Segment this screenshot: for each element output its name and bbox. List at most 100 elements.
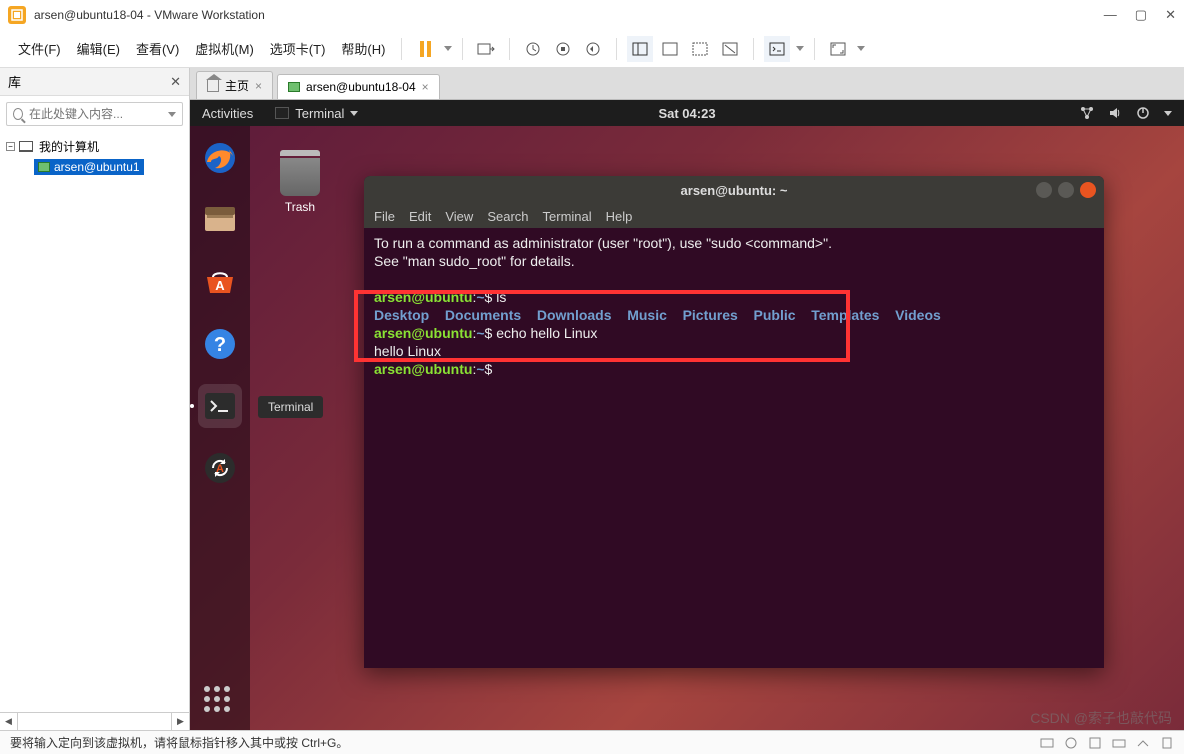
scroll-left-icon[interactable]: ◀ bbox=[0, 713, 18, 730]
term-menu-search[interactable]: Search bbox=[487, 209, 528, 224]
tree-vm-label: arsen@ubuntu1 bbox=[54, 160, 140, 174]
dock-files[interactable] bbox=[198, 198, 242, 242]
term-menu-help[interactable]: Help bbox=[606, 209, 633, 224]
desktop-trash[interactable]: Trash bbox=[280, 150, 320, 214]
snapshot-icon[interactable] bbox=[520, 36, 546, 62]
dock-terminal[interactable] bbox=[198, 384, 242, 428]
menu-edit[interactable]: 编辑(E) bbox=[71, 35, 126, 62]
dock-tooltip: Terminal bbox=[258, 396, 323, 418]
activities-button[interactable]: Activities bbox=[202, 106, 253, 121]
tab-close-icon[interactable]: × bbox=[255, 79, 262, 93]
vmware-logo-icon bbox=[8, 6, 26, 24]
view-split-icon[interactable] bbox=[627, 36, 653, 62]
vmware-menubar: 文件(F) 编辑(E) 查看(V) 虚拟机(M) 选项卡(T) 帮助(H) bbox=[0, 30, 1184, 68]
close-button[interactable]: ✕ bbox=[1165, 7, 1176, 23]
fullscreen-icon[interactable] bbox=[825, 36, 851, 62]
dock-help[interactable]: ? bbox=[198, 322, 242, 366]
svg-text:A: A bbox=[216, 463, 224, 475]
status-text: 要将输入定向到该虚拟机，请将鼠标指针移入其中或按 Ctrl+G。 bbox=[10, 734, 348, 751]
status-bar: 要将输入定向到该虚拟机，请将鼠标指针移入其中或按 Ctrl+G。 bbox=[0, 730, 1184, 754]
view-single-icon[interactable] bbox=[657, 36, 683, 62]
library-search-input[interactable] bbox=[29, 107, 160, 121]
search-icon bbox=[13, 108, 23, 120]
menu-vm[interactable]: 虚拟机(M) bbox=[189, 35, 260, 62]
svg-text:A: A bbox=[215, 278, 225, 293]
status-device-icon[interactable] bbox=[1136, 736, 1150, 750]
tree-vm-node[interactable]: arsen@ubuntu1 bbox=[34, 159, 144, 175]
terminal-maximize-button[interactable] bbox=[1058, 182, 1074, 198]
highlight-box bbox=[354, 290, 850, 362]
computer-icon bbox=[19, 141, 33, 152]
menu-tabs[interactable]: 选项卡(T) bbox=[264, 35, 332, 62]
menu-help[interactable]: 帮助(H) bbox=[335, 35, 391, 62]
dock-updater[interactable]: A bbox=[198, 446, 242, 490]
term-menu-view[interactable]: View bbox=[445, 209, 473, 224]
term-menu-edit[interactable]: Edit bbox=[409, 209, 431, 224]
menu-file[interactable]: 文件(F) bbox=[12, 35, 67, 62]
library-scrollbar[interactable]: ◀ ▶ bbox=[0, 712, 189, 730]
terminal-close-button[interactable] bbox=[1080, 182, 1096, 198]
vm-running-icon bbox=[288, 82, 300, 92]
terminal-titlebar[interactable]: arsen@ubuntu: ~ bbox=[364, 176, 1104, 204]
trash-icon bbox=[280, 150, 320, 196]
status-device-icon[interactable] bbox=[1112, 736, 1126, 750]
status-device-icon[interactable] bbox=[1088, 736, 1102, 750]
snapshot-revert-icon[interactable] bbox=[580, 36, 606, 62]
watermark: CSDN @索子也敲代码 bbox=[1030, 708, 1172, 728]
sound-icon[interactable] bbox=[1108, 106, 1122, 120]
tab-vm-label: arsen@ubuntu18-04 bbox=[306, 80, 416, 94]
tab-vm[interactable]: arsen@ubuntu18-04 × bbox=[277, 74, 440, 99]
status-device-icon[interactable] bbox=[1040, 736, 1054, 750]
tree-collapse-icon[interactable]: − bbox=[6, 142, 15, 151]
home-icon bbox=[207, 80, 219, 92]
status-device-icon[interactable] bbox=[1160, 736, 1174, 750]
guest-screen[interactable]: Activities Terminal Sat 04:23 A bbox=[190, 100, 1184, 730]
terminal-icon bbox=[275, 107, 289, 119]
terminal-body[interactable]: To run a command as administrator (user … bbox=[364, 228, 1104, 668]
library-title: 库 bbox=[8, 72, 21, 91]
ubuntu-dock: A ? A bbox=[190, 126, 250, 730]
dropdown-icon[interactable] bbox=[168, 112, 176, 117]
menu-view[interactable]: 查看(V) bbox=[130, 35, 185, 62]
library-tree[interactable]: − 我的计算机 arsen@ubuntu1 bbox=[0, 132, 189, 181]
tab-close-icon[interactable]: × bbox=[422, 80, 429, 94]
dropdown-icon[interactable] bbox=[1164, 111, 1172, 116]
status-device-icon[interactable] bbox=[1064, 736, 1078, 750]
minimize-button[interactable]: — bbox=[1104, 7, 1117, 23]
terminal-title: arsen@ubuntu: ~ bbox=[681, 183, 788, 198]
term-menu-file[interactable]: File bbox=[374, 209, 395, 224]
dock-firefox[interactable] bbox=[198, 136, 242, 180]
tab-home-label: 主页 bbox=[225, 77, 249, 94]
scroll-right-icon[interactable]: ▶ bbox=[171, 713, 189, 730]
tree-root-label[interactable]: 我的计算机 bbox=[39, 138, 99, 155]
console-icon[interactable] bbox=[764, 36, 790, 62]
ubuntu-topbar: Activities Terminal Sat 04:23 bbox=[190, 100, 1184, 126]
svg-text:?: ? bbox=[214, 334, 226, 356]
dropdown-icon[interactable] bbox=[857, 46, 865, 51]
window-title: arsen@ubuntu18-04 - VMware Workstation bbox=[34, 8, 265, 22]
maximize-button[interactable]: ▢ bbox=[1135, 7, 1147, 23]
dock-software[interactable]: A bbox=[198, 260, 242, 304]
snapshot-manage-icon[interactable] bbox=[550, 36, 576, 62]
appmenu-terminal[interactable]: Terminal bbox=[275, 106, 358, 121]
clock[interactable]: Sat 04:23 bbox=[658, 106, 715, 121]
library-close-button[interactable]: ✕ bbox=[170, 74, 181, 90]
view-stretch-icon[interactable] bbox=[717, 36, 743, 62]
dock-show-apps[interactable] bbox=[204, 686, 236, 718]
dropdown-icon[interactable] bbox=[796, 46, 804, 51]
library-pane: 库 ✕ − 我的计算机 arsen@ubuntu1 ◀ ▶ bbox=[0, 68, 190, 730]
tab-home[interactable]: 主页 × bbox=[196, 71, 273, 99]
term-menu-terminal[interactable]: Terminal bbox=[543, 209, 592, 224]
pause-button[interactable] bbox=[412, 36, 438, 62]
terminal-minimize-button[interactable] bbox=[1036, 182, 1052, 198]
terminal-window[interactable]: arsen@ubuntu: ~ File Edit View Search Te… bbox=[364, 176, 1104, 668]
dropdown-icon[interactable] bbox=[444, 46, 452, 51]
library-search[interactable] bbox=[6, 102, 183, 126]
toolbar-send-icon[interactable] bbox=[473, 36, 499, 62]
view-unity-icon[interactable] bbox=[687, 36, 713, 62]
power-icon[interactable] bbox=[1136, 106, 1150, 120]
network-icon[interactable] bbox=[1080, 106, 1094, 120]
vmware-titlebar: arsen@ubuntu18-04 - VMware Workstation —… bbox=[0, 0, 1184, 30]
terminal-menubar: File Edit View Search Terminal Help bbox=[364, 204, 1104, 228]
dropdown-icon bbox=[350, 111, 358, 116]
